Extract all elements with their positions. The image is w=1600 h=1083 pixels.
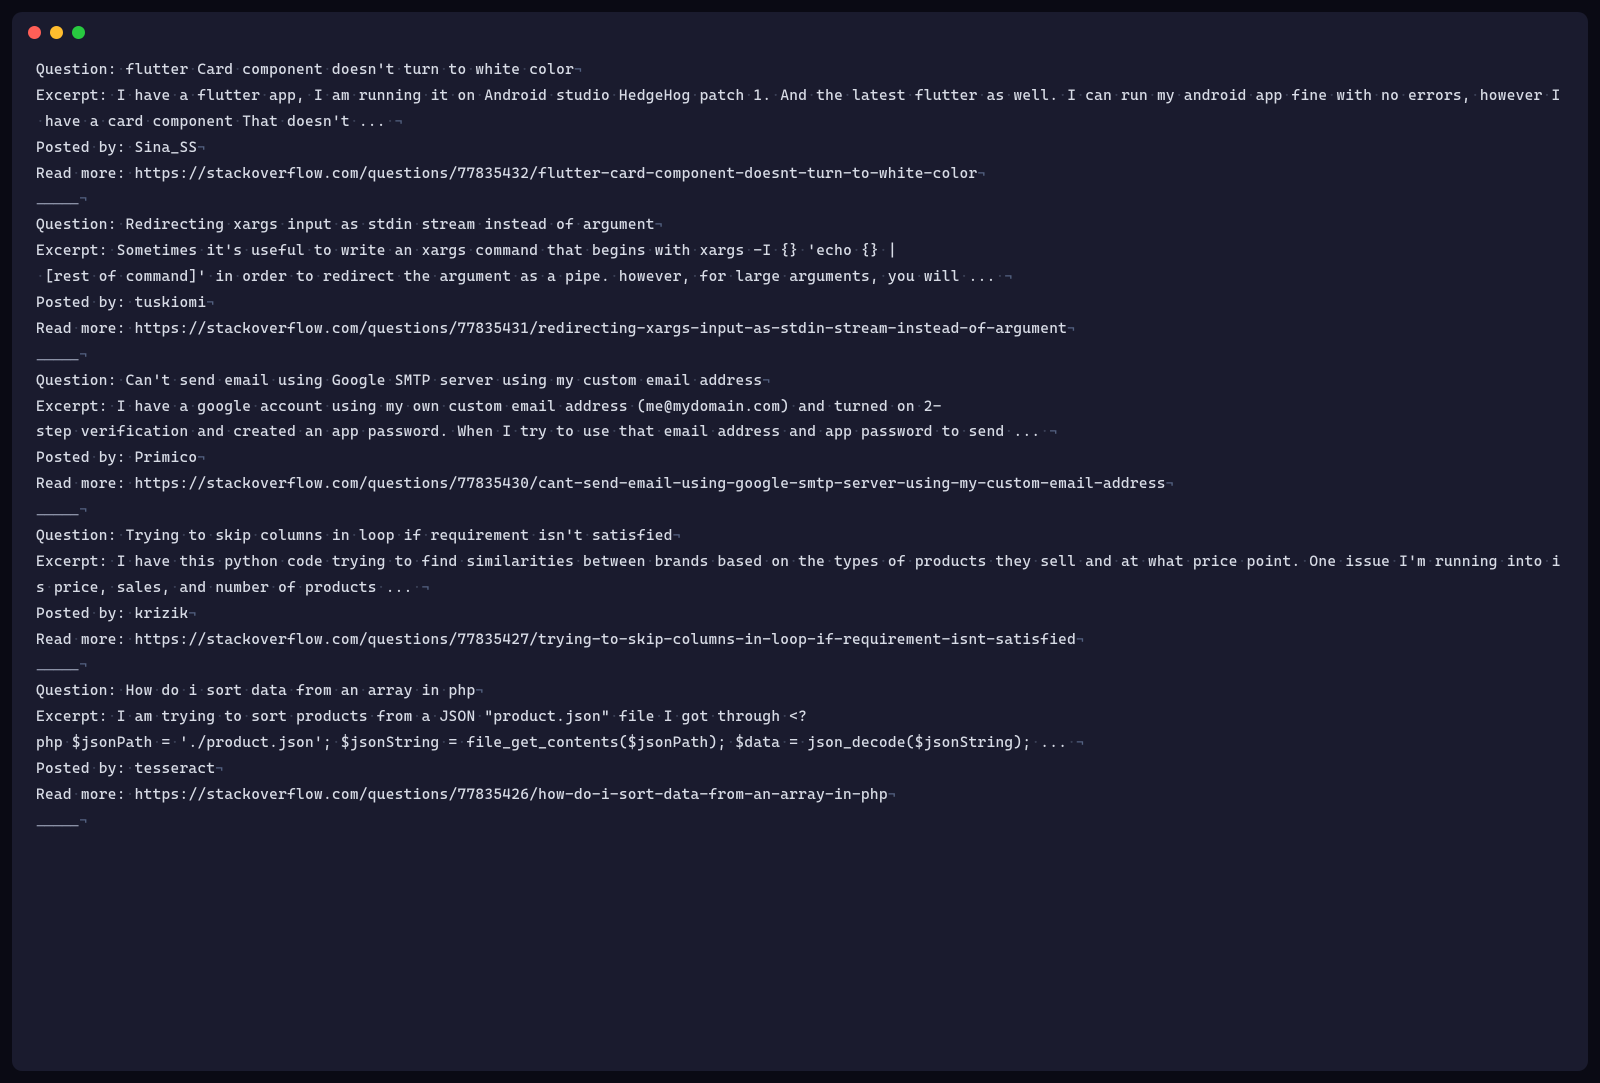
eol-marker: ¬	[888, 788, 896, 803]
entry-excerpt: Excerpt:·I·have·this·python·code·trying·…	[36, 549, 1564, 601]
eol-marker: ¬	[1067, 322, 1075, 337]
eol-marker: ¬	[1005, 270, 1013, 285]
window-close-button[interactable]	[28, 26, 41, 39]
eol-marker: ¬	[188, 607, 196, 622]
eol-marker: ¬	[1076, 736, 1084, 751]
eol-marker: ¬	[79, 814, 87, 829]
feed-entry: Question:·How·do·i·sort·data·from·an·arr…	[36, 678, 1564, 833]
window-titlebar	[12, 12, 1588, 49]
entry-read-more: Read·more:·https://stackoverflow.com/que…	[36, 627, 1564, 653]
entry-excerpt: Excerpt:·I·have·a·google·account·using·m…	[36, 394, 1564, 446]
eol-marker: ¬	[197, 141, 205, 156]
window-maximize-button[interactable]	[72, 26, 85, 39]
entry-separator: _____¬	[36, 497, 1564, 523]
entry-excerpt: Excerpt:·I·have·a·flutter·app,·I·am·runn…	[36, 83, 1564, 135]
eol-marker: ¬	[475, 684, 483, 699]
eol-marker: ¬	[762, 374, 770, 389]
entry-question: Question:·Trying·to·skip·columns·in·loop…	[36, 523, 1564, 549]
eol-marker: ¬	[197, 451, 205, 466]
eol-marker: ¬	[79, 192, 87, 207]
entry-read-more: Read·more:·https://stackoverflow.com/que…	[36, 782, 1564, 808]
eol-marker: ¬	[1076, 633, 1084, 648]
entry-separator: _____¬	[36, 342, 1564, 368]
editor-window: Question:·flutter·Card·component·doesn't…	[12, 12, 1588, 1071]
editor-text-content[interactable]: Question:·flutter·Card·component·doesn't…	[12, 49, 1588, 858]
entry-question: Question:·Redirecting·xargs·input·as·std…	[36, 212, 1564, 238]
entry-read-more: Read·more:·https://stackoverflow.com/que…	[36, 161, 1564, 187]
feed-entry: Question:·flutter·Card·component·doesn't…	[36, 57, 1564, 212]
entry-excerpt: Excerpt:·I·am·trying·to·sort·products·fr…	[36, 704, 1564, 756]
eol-marker: ¬	[79, 348, 87, 363]
feed-entry: Question:·Can't·send·email·using·Google·…	[36, 368, 1564, 523]
entry-separator: _____¬	[36, 186, 1564, 212]
eol-marker: ¬	[395, 115, 403, 130]
entry-question: Question:·Can't·send·email·using·Google·…	[36, 368, 1564, 394]
eol-marker: ¬	[79, 503, 87, 518]
entry-read-more: Read·more:·https://stackoverflow.com/que…	[36, 471, 1564, 497]
eol-marker: ¬	[655, 218, 663, 233]
feed-entry: Question:·Trying·to·skip·columns·in·loop…	[36, 523, 1564, 678]
entry-posted-by: Posted·by:·Sina_SS¬	[36, 135, 1564, 161]
eol-marker: ¬	[79, 658, 87, 673]
entry-separator: _____¬	[36, 808, 1564, 834]
window-minimize-button[interactable]	[50, 26, 63, 39]
entry-posted-by: Posted·by:·tuskiomi¬	[36, 290, 1564, 316]
eol-marker: ¬	[215, 762, 223, 777]
eol-marker: ¬	[977, 167, 985, 182]
feed-entry: Question:·Redirecting·xargs·input·as·std…	[36, 212, 1564, 367]
entry-read-more: Read·more:·https://stackoverflow.com/que…	[36, 316, 1564, 342]
eol-marker: ¬	[574, 63, 582, 78]
entry-question: Question:·flutter·Card·component·doesn't…	[36, 57, 1564, 83]
eol-marker: ¬	[673, 529, 681, 544]
entry-posted-by: Posted·by:·krizik¬	[36, 601, 1564, 627]
entry-posted-by: Posted·by:·Primico¬	[36, 445, 1564, 471]
eol-marker: ¬	[1049, 425, 1057, 440]
entry-excerpt: Excerpt:·Sometimes·it's·useful·to·write·…	[36, 238, 1564, 290]
eol-marker: ¬	[422, 581, 430, 596]
entry-posted-by: Posted·by:·tesseract¬	[36, 756, 1564, 782]
eol-marker: ¬	[206, 296, 214, 311]
entry-question: Question:·How·do·i·sort·data·from·an·arr…	[36, 678, 1564, 704]
eol-marker: ¬	[1166, 477, 1174, 492]
entry-separator: _____¬	[36, 652, 1564, 678]
